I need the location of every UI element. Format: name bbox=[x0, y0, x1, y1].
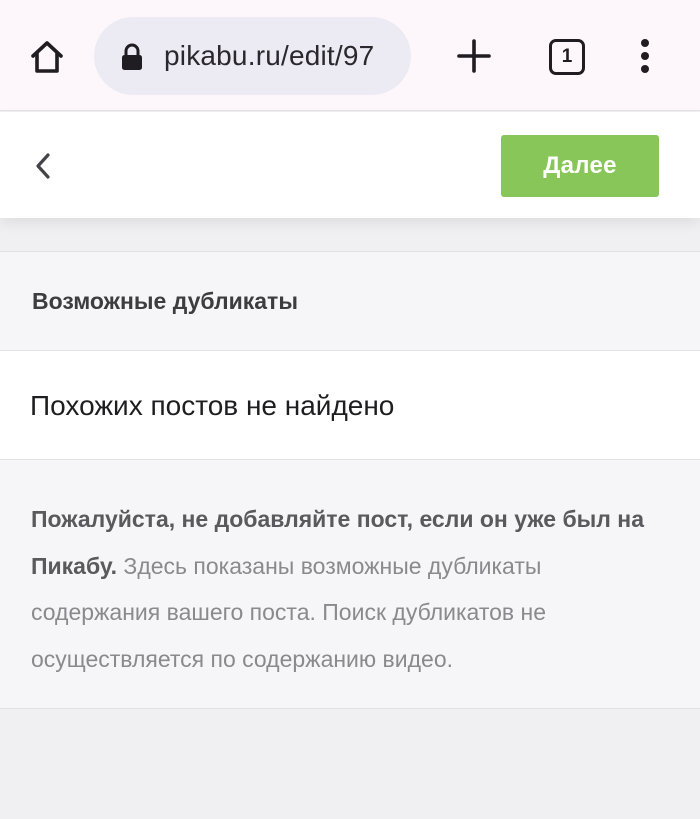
chevron-left-icon bbox=[36, 153, 50, 179]
divider bbox=[0, 218, 700, 252]
section-title: Возможные дубликаты bbox=[32, 288, 298, 314]
app-header: Далее bbox=[0, 112, 700, 218]
home-icon bbox=[31, 41, 63, 73]
browser-toolbar: pikabu.ru/edit/97 1 bbox=[0, 0, 700, 111]
note-text: Пожалуйста, не добавляйте пост, если он … bbox=[31, 496, 671, 682]
menu-button[interactable] bbox=[630, 34, 660, 78]
plus-icon bbox=[457, 39, 491, 73]
address-bar[interactable]: pikabu.ru/edit/97 bbox=[94, 17, 411, 95]
new-tab-button[interactable] bbox=[452, 34, 496, 78]
duplicates-note: Пожалуйста, не добавляйте пост, если он … bbox=[0, 460, 700, 709]
duplicates-header: Возможные дубликаты bbox=[0, 252, 700, 351]
home-button[interactable] bbox=[20, 30, 74, 84]
more-vert-icon bbox=[641, 39, 649, 73]
empty-message: Похожих постов не найдено bbox=[30, 390, 395, 421]
back-button[interactable] bbox=[24, 146, 62, 186]
lock-icon bbox=[122, 43, 142, 70]
tabs-icon[interactable]: 1 bbox=[549, 39, 585, 75]
url-text: pikabu.ru/edit/97 bbox=[164, 40, 375, 71]
next-button[interactable]: Далее bbox=[501, 135, 659, 197]
tab-count: 1 bbox=[561, 46, 573, 67]
duplicates-empty-state: Похожих постов не найдено bbox=[0, 351, 700, 460]
